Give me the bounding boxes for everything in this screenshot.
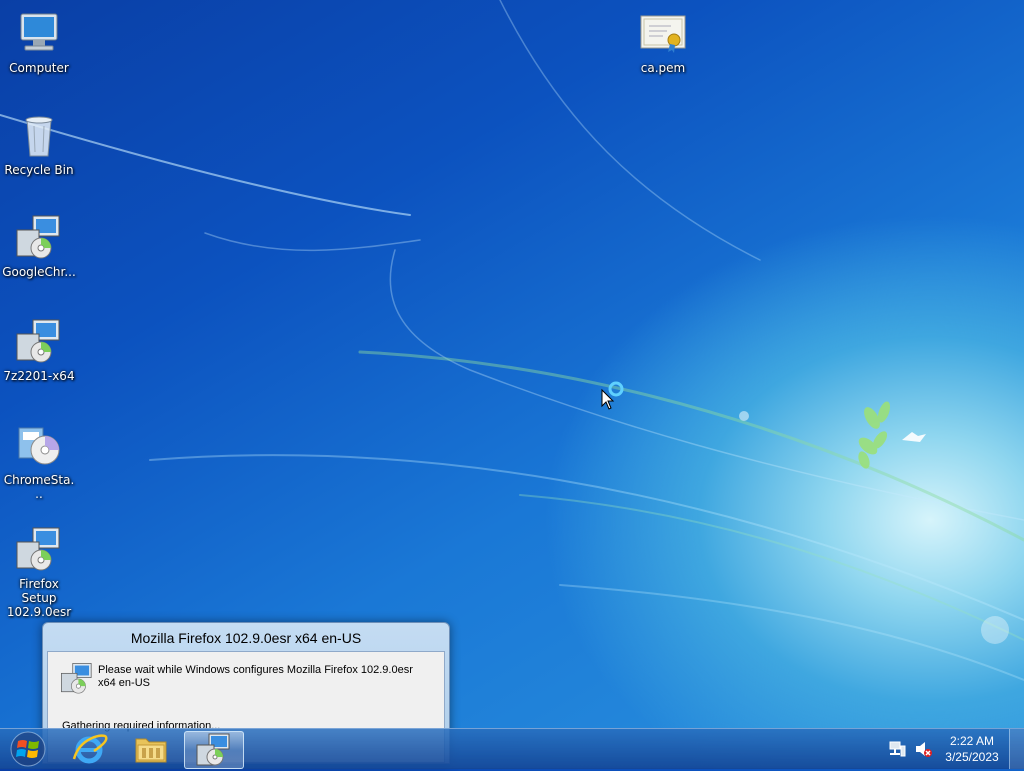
installer-icon: [16, 527, 60, 571]
installer-icon: [16, 319, 60, 363]
desktop-icon-label: GoogleChr...: [2, 265, 76, 279]
system-clock[interactable]: 2:22 AM 3/25/2023: [942, 733, 1002, 765]
windows-logo-icon: [10, 731, 46, 767]
desktop-icon-chromesetup[interactable]: ChromeSta...: [1, 422, 77, 501]
desktop-icon-label: ChromeSta...: [3, 473, 75, 501]
clock-date: 3/25/2023: [945, 750, 999, 764]
taskbar-internet-explorer[interactable]: [60, 731, 118, 767]
internet-explorer-icon: [72, 734, 108, 764]
certificate-icon: [640, 15, 686, 53]
desktop-icon-recycle-bin[interactable]: Recycle Bin: [1, 112, 77, 177]
desktop-icon-label: ca.pem: [640, 61, 686, 75]
desktop-icon-googlechrome[interactable]: GoogleChr...: [1, 214, 77, 279]
volume-muted-icon[interactable]: [914, 740, 932, 758]
show-desktop-button[interactable]: [1009, 729, 1024, 769]
start-button[interactable]: [4, 730, 52, 768]
installer-icon: [16, 215, 60, 259]
desktop-icon-firefox-setup[interactable]: Firefox Setup 102.9.0esr: [1, 526, 77, 619]
desktop-icon-label: Computer: [9, 61, 69, 75]
installer-icon: [61, 663, 92, 694]
setup-cd-icon: [18, 427, 60, 465]
taskbar: 2:22 AM 3/25/2023: [0, 728, 1024, 769]
recycle-bin-icon: [25, 116, 53, 157]
taskbar-installer[interactable]: [184, 731, 244, 769]
desktop-icon-label: Recycle Bin: [4, 163, 74, 177]
taskbar-windows-explorer[interactable]: [122, 731, 180, 767]
folder-icon: [135, 738, 167, 763]
clock-time: 2:22 AM: [949, 734, 995, 748]
desktop-icon-label: Firefox Setup 102.9.0esr: [6, 577, 72, 619]
dialog-message: Please wait while Windows configures Moz…: [98, 664, 413, 689]
dialog-title: Mozilla Firefox 102.9.0esr x64 en-US: [130, 630, 362, 646]
installer-icon: [196, 733, 230, 766]
computer-icon: [20, 13, 58, 51]
desktop-icon-label: 7z2201-x64: [3, 369, 75, 383]
desktop-icon-ca-pem[interactable]: ca.pem: [625, 10, 701, 75]
desktop-icon-computer[interactable]: Computer: [1, 10, 77, 75]
desktop-icon-7zip[interactable]: 7z2201-x64: [1, 318, 77, 383]
network-icon[interactable]: [888, 740, 906, 758]
